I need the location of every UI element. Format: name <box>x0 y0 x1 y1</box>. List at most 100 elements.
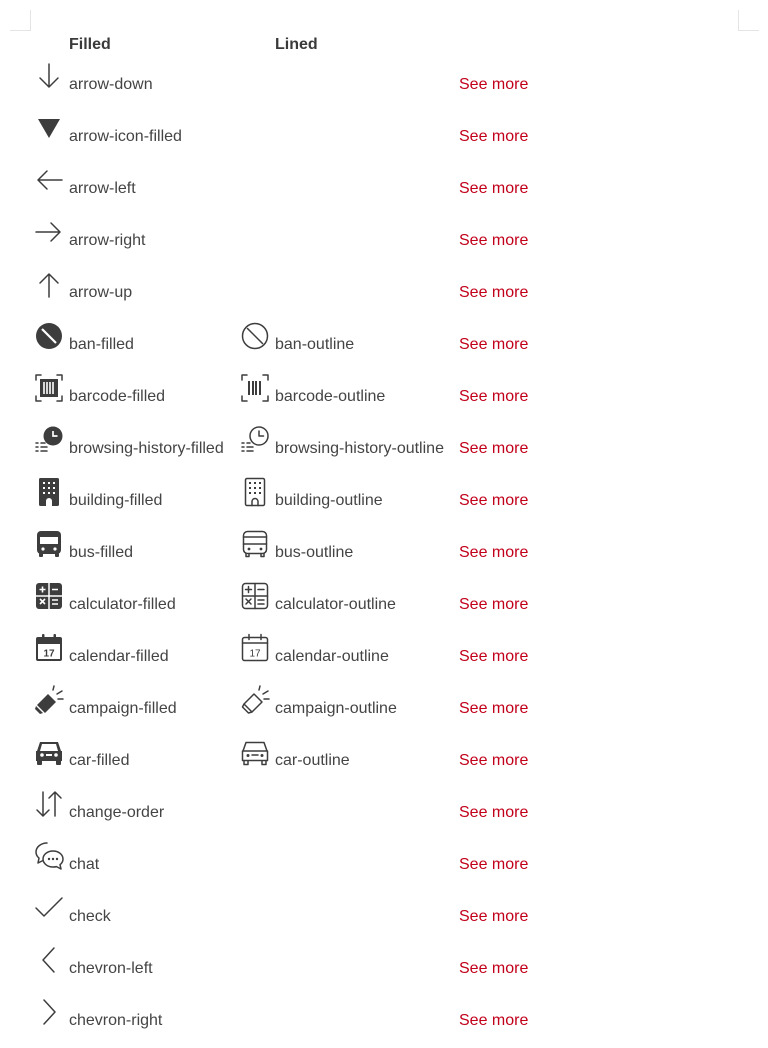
table-row: barcode-filled barcode-outline See more <box>0 372 768 424</box>
browsing-history-outline-icon <box>240 425 270 455</box>
filled-icon-name: bus-filled <box>69 544 134 561</box>
svg-text:17: 17 <box>43 649 55 660</box>
filled-icon-name: calendar-filled <box>69 648 169 665</box>
chevron-right-icon <box>34 997 64 1027</box>
filled-icon-name: arrow-right <box>69 232 146 249</box>
check-icon <box>34 893 64 923</box>
car-filled-icon <box>34 737 64 767</box>
lined-icon-name: calculator-outline <box>275 596 396 613</box>
see-more-link[interactable]: See more <box>459 440 528 458</box>
see-more-link[interactable]: See more <box>459 492 528 510</box>
campaign-outline-icon <box>240 685 270 715</box>
see-more-link[interactable]: See more <box>459 960 528 978</box>
filled-icon-name: campaign-filled <box>69 700 177 717</box>
see-more-link[interactable]: See more <box>459 908 528 926</box>
table-row: check See more <box>0 892 768 944</box>
see-more-link[interactable]: See more <box>459 388 528 406</box>
table-row: car-filled car-outline See more <box>0 736 768 788</box>
filled-icon-name: ban-filled <box>69 336 134 353</box>
lined-icon-name: ban-outline <box>275 336 355 353</box>
table-row: arrow-icon-filled See more <box>0 112 768 164</box>
see-more-link[interactable]: See more <box>459 76 528 94</box>
arrow-right-icon <box>34 217 64 247</box>
campaign-filled-icon <box>34 685 64 715</box>
ban-filled-icon <box>34 321 64 351</box>
see-more-link[interactable]: See more <box>459 336 528 354</box>
filled-icon-name: arrow-down <box>69 76 153 93</box>
arrow-icon-filled-icon <box>34 113 64 143</box>
see-more-link[interactable]: See more <box>459 284 528 302</box>
lined-icon-name: calendar-outline <box>275 648 389 665</box>
table-row: browsing-history-filled browsing-history-… <box>0 424 768 476</box>
filled-icon-name: barcode-filled <box>69 388 166 405</box>
filled-icon-name: arrow-up <box>69 284 133 301</box>
filled-icon-name: chevron-left <box>69 960 153 977</box>
arrow-left-icon <box>34 165 64 195</box>
filled-icon-name: chat <box>69 856 100 873</box>
barcode-outline-icon <box>240 373 270 403</box>
filled-icon-name: car-filled <box>69 752 130 769</box>
bus-outline-icon <box>240 529 270 559</box>
calendar-filled-icon: 17 <box>34 633 64 663</box>
svg-text:17: 17 <box>249 649 261 660</box>
column-header-filled: Filled <box>69 36 111 53</box>
see-more-link[interactable]: See more <box>459 128 528 146</box>
table-row: arrow-right See more <box>0 216 768 268</box>
barcode-filled-icon <box>34 373 64 403</box>
see-more-link[interactable]: See more <box>459 856 528 874</box>
see-more-link[interactable]: See more <box>459 648 528 666</box>
see-more-link[interactable]: See more <box>459 596 528 614</box>
table-row: calculator-filled calculator-outline See m… <box>0 580 768 632</box>
table-row: change-order See more <box>0 788 768 840</box>
crop-mark-top-left <box>10 10 31 31</box>
lined-icon-name: browsing-history-outline <box>275 440 444 457</box>
filled-icon-name: arrow-icon-filled <box>69 128 182 145</box>
chevron-left-icon <box>34 945 64 975</box>
car-outline-icon <box>240 737 270 767</box>
table-row: 17 calendar-filled 17 calendar-outline See m… <box>0 632 768 684</box>
filled-icon-name: browsing-history-filled <box>69 440 224 457</box>
ban-outline-icon <box>240 321 270 351</box>
table-row: chevron-right See more <box>0 996 768 1048</box>
calculator-outline-icon <box>240 581 270 611</box>
table-row: arrow-down See more <box>0 60 768 112</box>
table-row: arrow-left See more <box>0 164 768 216</box>
table-row: chevron-left See more <box>0 944 768 996</box>
arrow-down-icon <box>34 61 64 91</box>
lined-icon-name: bus-outline <box>275 544 354 561</box>
table-row: bus-filled bus-outline See more <box>0 528 768 580</box>
table-row: building-filled building-outline See more <box>0 476 768 528</box>
table-row: campaign-filled campaign-outline See more <box>0 684 768 736</box>
calendar-outline-icon: 17 <box>240 633 270 663</box>
lined-icon-name: campaign-outline <box>275 700 397 717</box>
calculator-filled-icon <box>34 581 64 611</box>
building-filled-icon <box>34 477 64 507</box>
see-more-link[interactable]: See more <box>459 804 528 822</box>
bus-filled-icon <box>34 529 64 559</box>
change-order-icon <box>34 789 64 819</box>
crop-mark-top-right <box>738 10 759 31</box>
see-more-link[interactable]: See more <box>459 180 528 198</box>
see-more-link[interactable]: See more <box>459 752 528 770</box>
icon-list: arrow-down See more arrow-icon-filled See m… <box>0 60 768 1048</box>
arrow-up-icon <box>34 269 64 299</box>
chat-icon <box>34 841 64 871</box>
building-outline-icon <box>240 477 270 507</box>
see-more-link[interactable]: See more <box>459 544 528 562</box>
table-row: ban-filled ban-outline See more <box>0 320 768 372</box>
filled-icon-name: chevron-right <box>69 1012 163 1029</box>
table-header: Filled Lined <box>0 36 768 56</box>
filled-icon-name: arrow-left <box>69 180 136 197</box>
table-row: chat See more <box>0 840 768 892</box>
filled-icon-name: check <box>69 908 111 925</box>
filled-icon-name: building-filled <box>69 492 163 509</box>
see-more-link[interactable]: See more <box>459 700 528 718</box>
see-more-link[interactable]: See more <box>459 1012 528 1030</box>
lined-icon-name: car-outline <box>275 752 350 769</box>
see-more-link[interactable]: See more <box>459 232 528 250</box>
column-header-lined: Lined <box>275 36 318 53</box>
browsing-history-filled-icon <box>34 425 64 455</box>
filled-icon-name: calculator-filled <box>69 596 176 613</box>
filled-icon-name: change-order <box>69 804 165 821</box>
lined-icon-name: building-outline <box>275 492 383 509</box>
